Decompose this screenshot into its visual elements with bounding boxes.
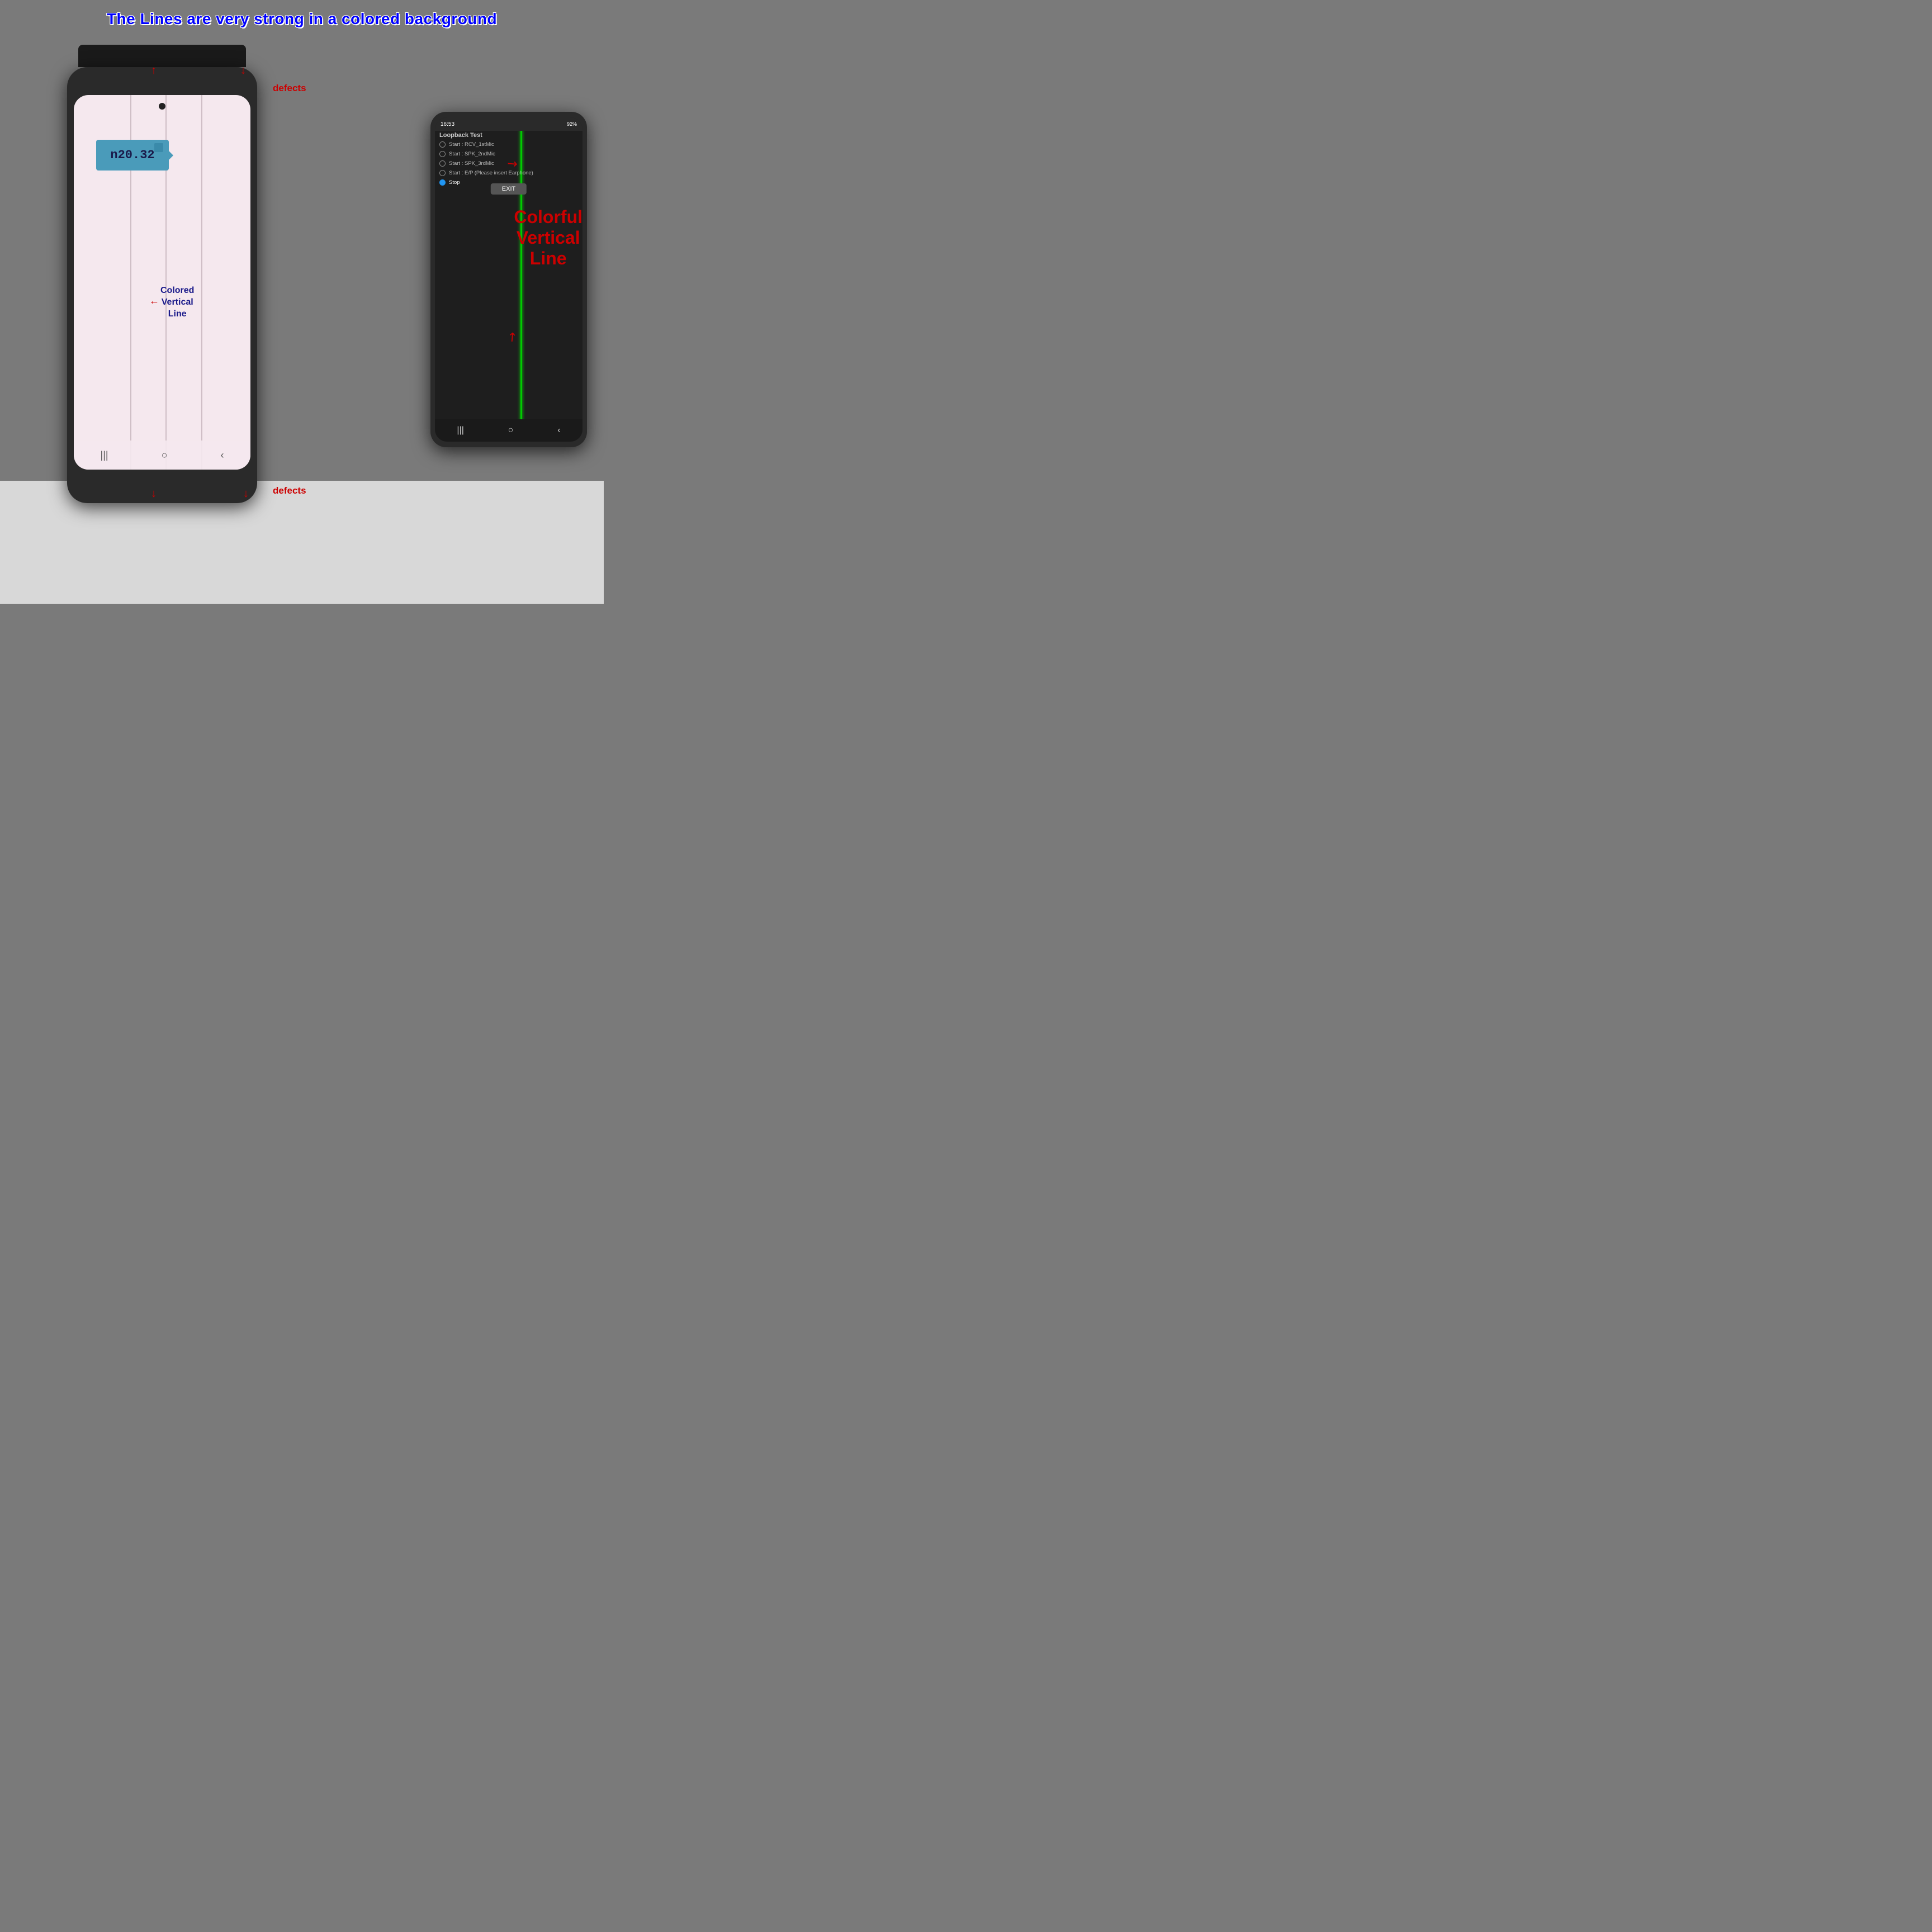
defects-top-label: defects — [273, 83, 306, 94]
price-tag: n20.32 — [96, 140, 169, 171]
radio-1 — [439, 141, 446, 148]
camera-dot — [159, 103, 165, 110]
colored-arrow: ← — [149, 295, 159, 307]
bottom-arrow-right: ↓ — [243, 487, 249, 500]
loopback-title: Loopback Test — [439, 132, 482, 139]
loopback-option-1-text: Start : RCV_1stMic — [449, 141, 494, 148]
nav-home-icon: ○ — [162, 449, 168, 461]
vertical-line-3 — [201, 95, 202, 470]
colored-vertical-line-label: ColoredVerticalLine — [160, 285, 194, 320]
top-arrow-left: ↑ — [151, 64, 157, 77]
radio-2 — [439, 151, 446, 157]
status-battery: 92% — [567, 121, 577, 127]
nav-back-icon: ||| — [101, 449, 108, 461]
phone-body: n20.32 ColoredVerticalLine ← ||| ○ ‹ — [67, 67, 257, 503]
phone2-nav-home: ○ — [508, 425, 514, 435]
main-phone: n20.32 ColoredVerticalLine ← ||| ○ ‹ — [67, 45, 257, 503]
top-arrow-right: ↓ — [240, 64, 246, 77]
phone2-nav-recent: ‹ — [557, 425, 560, 435]
defects-bottom-label: defects — [273, 485, 306, 496]
phone2-nav-bar: ||| ○ ‹ — [435, 419, 583, 442]
status-bar: 16:53 92% — [435, 117, 583, 131]
loopback-option-4-text: Start : E/P (Please insert Earphone) — [449, 170, 533, 176]
loopback-option-3-text: Start : SPK_3rdMic — [449, 160, 494, 167]
colored-label-text: ColoredVerticalLine — [160, 286, 194, 319]
phone-top-bar — [78, 45, 246, 67]
phone-nav-bar: ||| ○ ‹ — [74, 441, 250, 470]
radio-stop — [439, 179, 446, 186]
radio-3 — [439, 160, 446, 167]
nav-recent-icon: ‹ — [220, 449, 224, 461]
radio-4 — [439, 170, 446, 176]
loopback-option-1[interactable]: Start : RCV_1stMic — [439, 140, 578, 149]
exit-button[interactable]: EXIT — [491, 183, 527, 195]
price-tag-notch — [154, 143, 163, 152]
loopback-stop-text: Stop — [449, 179, 460, 186]
page-title: The Lines are very strong in a colored b… — [107, 10, 497, 28]
price-tag-text: n20.32 — [110, 148, 154, 162]
status-time: 16:53 — [441, 121, 454, 127]
bottom-arrow-left: ↓ — [151, 487, 157, 500]
loopback-option-4[interactable]: Start : E/P (Please insert Earphone) — [439, 168, 578, 178]
loopback-option-2-text: Start : SPK_2ndMic — [449, 151, 495, 157]
phone2-nav-back: ||| — [457, 425, 463, 435]
phone-screen: n20.32 ColoredVerticalLine ← ||| ○ ‹ — [74, 95, 250, 470]
